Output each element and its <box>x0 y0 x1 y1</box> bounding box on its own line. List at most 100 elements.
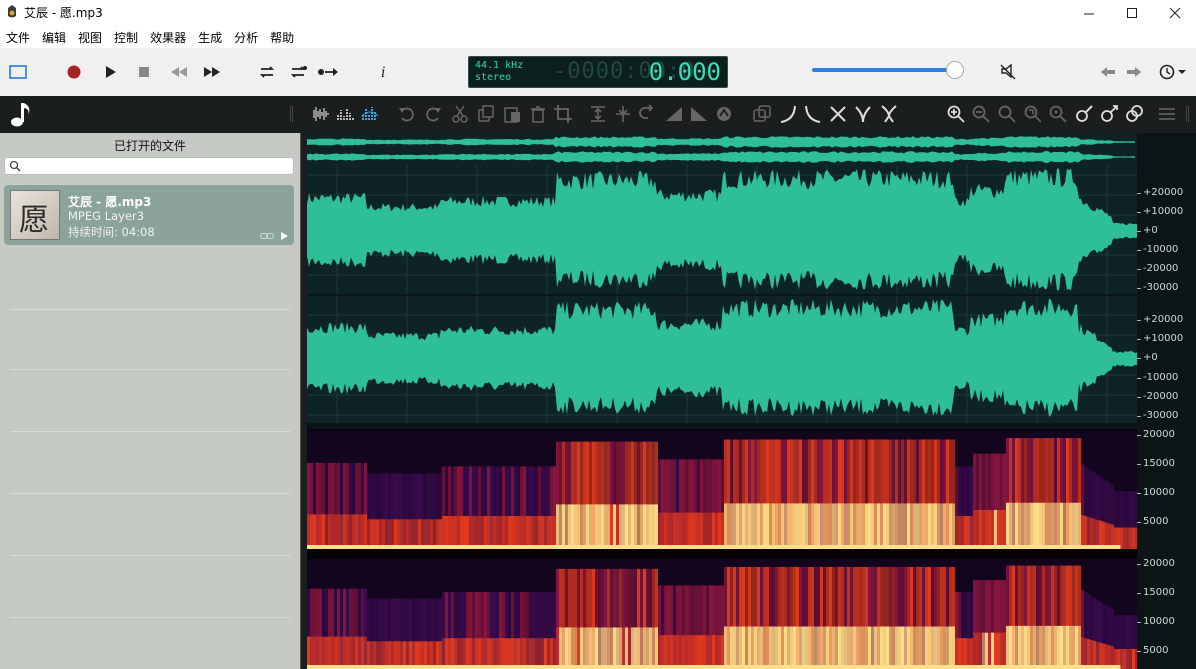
fast-forward-icon <box>204 67 220 77</box>
list-divider <box>10 431 290 432</box>
reverse-icon[interactable] <box>638 104 658 124</box>
fade-out-icon[interactable] <box>689 104 709 124</box>
crop-icon[interactable] <box>553 104 573 124</box>
rewind-button[interactable] <box>167 60 191 84</box>
trim-icon[interactable] <box>613 104 633 124</box>
rewind-icon <box>171 67 187 77</box>
marker-add-icon[interactable] <box>1099 104 1119 124</box>
menu-generate[interactable]: 生成 <box>196 26 228 48</box>
curve-in-icon[interactable] <box>778 104 798 124</box>
maximize-icon <box>1127 8 1137 18</box>
amplitude-tick-label: -20000 <box>1143 391 1179 402</box>
mute-button[interactable] <box>996 60 1020 84</box>
loop-icon <box>259 66 275 78</box>
tick-mark <box>1137 269 1141 270</box>
amplitude-axis: +20000 +10000 +0 -10000 -20000 -30000 +20000 +1… <box>1137 165 1196 423</box>
zoom-reset-icon[interactable] <box>1048 104 1068 124</box>
duplicate-icon[interactable] <box>752 104 772 124</box>
loop-repeat-button[interactable] <box>286 60 310 84</box>
frequency-tick-label: 20000 <box>1143 558 1175 569</box>
sample-rate-label: 44.1 kHz stereo <box>475 60 524 83</box>
record-button[interactable] <box>62 60 86 84</box>
list-icon[interactable] <box>1157 104 1177 124</box>
loop-button[interactable] <box>255 60 279 84</box>
list-divider <box>10 617 290 618</box>
view-toggle-icon <box>9 65 27 79</box>
amplitude-tick-label: +20000 <box>1143 314 1184 325</box>
amplitude-tick-label: -10000 <box>1143 244 1179 255</box>
menu-control[interactable]: 控制 <box>112 26 144 48</box>
stop-button[interactable] <box>132 60 156 84</box>
search-input[interactable] <box>23 159 291 173</box>
skip-selection-button[interactable] <box>316 60 340 84</box>
split-icon[interactable] <box>879 104 899 124</box>
play-button[interactable] <box>98 60 122 84</box>
waveform-view[interactable] <box>307 165 1137 423</box>
copy-icon[interactable] <box>476 104 496 124</box>
channel-separator <box>307 549 1137 559</box>
merge-icon[interactable] <box>853 104 873 124</box>
minimize-icon <box>1084 13 1094 15</box>
menu-view[interactable]: 视图 <box>76 26 108 48</box>
menu-edit[interactable]: 编辑 <box>40 26 72 48</box>
normalize-icon[interactable] <box>588 104 608 124</box>
link-icon[interactable] <box>260 232 274 240</box>
minimize-button[interactable] <box>1066 0 1112 26</box>
back-arrow-button[interactable] <box>1096 60 1120 84</box>
search-icon <box>9 160 21 172</box>
combined-view-icon[interactable] <box>360 104 380 124</box>
menu-effects[interactable]: 效果器 <box>148 26 192 48</box>
zoom-in-icon[interactable] <box>946 104 966 124</box>
tick-mark <box>1137 622 1141 623</box>
view-toggle-button[interactable] <box>6 60 30 84</box>
maximize-button[interactable] <box>1109 0 1155 26</box>
spectrum-view-icon[interactable] <box>335 104 355 124</box>
delete-icon[interactable] <box>528 104 548 124</box>
tick-mark <box>1137 339 1141 340</box>
marker-link-icon[interactable] <box>1124 104 1144 124</box>
cut-icon[interactable] <box>450 104 470 124</box>
forward-arrow-button[interactable] <box>1122 60 1146 84</box>
undo-icon[interactable] <box>397 104 417 124</box>
info-button[interactable]: i <box>372 60 396 84</box>
volume-slider-thumb[interactable] <box>945 61 964 79</box>
spectrogram-view[interactable] <box>307 429 1137 669</box>
frequency-tick-label: 15000 <box>1143 587 1175 598</box>
menu-analyze[interactable]: 分析 <box>232 26 264 48</box>
frequency-tick-label: 15000 <box>1143 458 1175 469</box>
silence-icon[interactable] <box>714 104 734 124</box>
close-button[interactable] <box>1152 0 1196 26</box>
menu-help[interactable]: 帮助 <box>268 26 300 48</box>
file-card[interactable]: 愿 艾辰 - 愿.mp3 MPEG Layer3 持续时间: 04:08 <box>4 185 294 245</box>
edit-toolbar <box>0 96 1196 133</box>
list-divider <box>10 555 290 556</box>
waveform-right-channel <box>307 298 1137 417</box>
crossfade-icon[interactable] <box>828 104 848 124</box>
frequency-axis: 20000 15000 10000 5000 20000 15000 10000 5000 <box>1137 429 1196 669</box>
menu-file[interactable]: 文件 <box>4 26 36 48</box>
zoom-out-icon[interactable] <box>971 104 991 124</box>
list-divider <box>10 369 290 370</box>
play-file-icon[interactable] <box>280 232 288 240</box>
zoom-fit-icon[interactable] <box>997 104 1017 124</box>
volume-slider-track[interactable] <box>812 68 955 72</box>
panel-splitter[interactable] <box>300 133 307 669</box>
history-button[interactable] <box>1156 60 1190 84</box>
marker-icon[interactable] <box>1074 104 1094 124</box>
fast-forward-button[interactable] <box>200 60 224 84</box>
tick-mark <box>1137 250 1141 251</box>
amplitude-tick-label: -30000 <box>1143 282 1179 293</box>
waveform-view-icon[interactable] <box>310 104 330 124</box>
open-files-header: 已打开的文件 <box>113 139 186 153</box>
fade-in-icon[interactable] <box>664 104 684 124</box>
zoom-selection-icon[interactable] <box>1023 104 1043 124</box>
amplitude-tick-label: -10000 <box>1143 372 1179 383</box>
mute-icon <box>1000 63 1016 80</box>
file-name: 艾辰 - 愿.mp3 <box>68 195 152 209</box>
curve-out-icon[interactable] <box>803 104 823 124</box>
tick-mark <box>1137 651 1141 652</box>
redo-icon[interactable] <box>423 104 443 124</box>
overview-waveform[interactable] <box>307 133 1137 165</box>
amplitude-tick-label: +0 <box>1143 225 1158 236</box>
paste-icon[interactable] <box>502 104 522 124</box>
